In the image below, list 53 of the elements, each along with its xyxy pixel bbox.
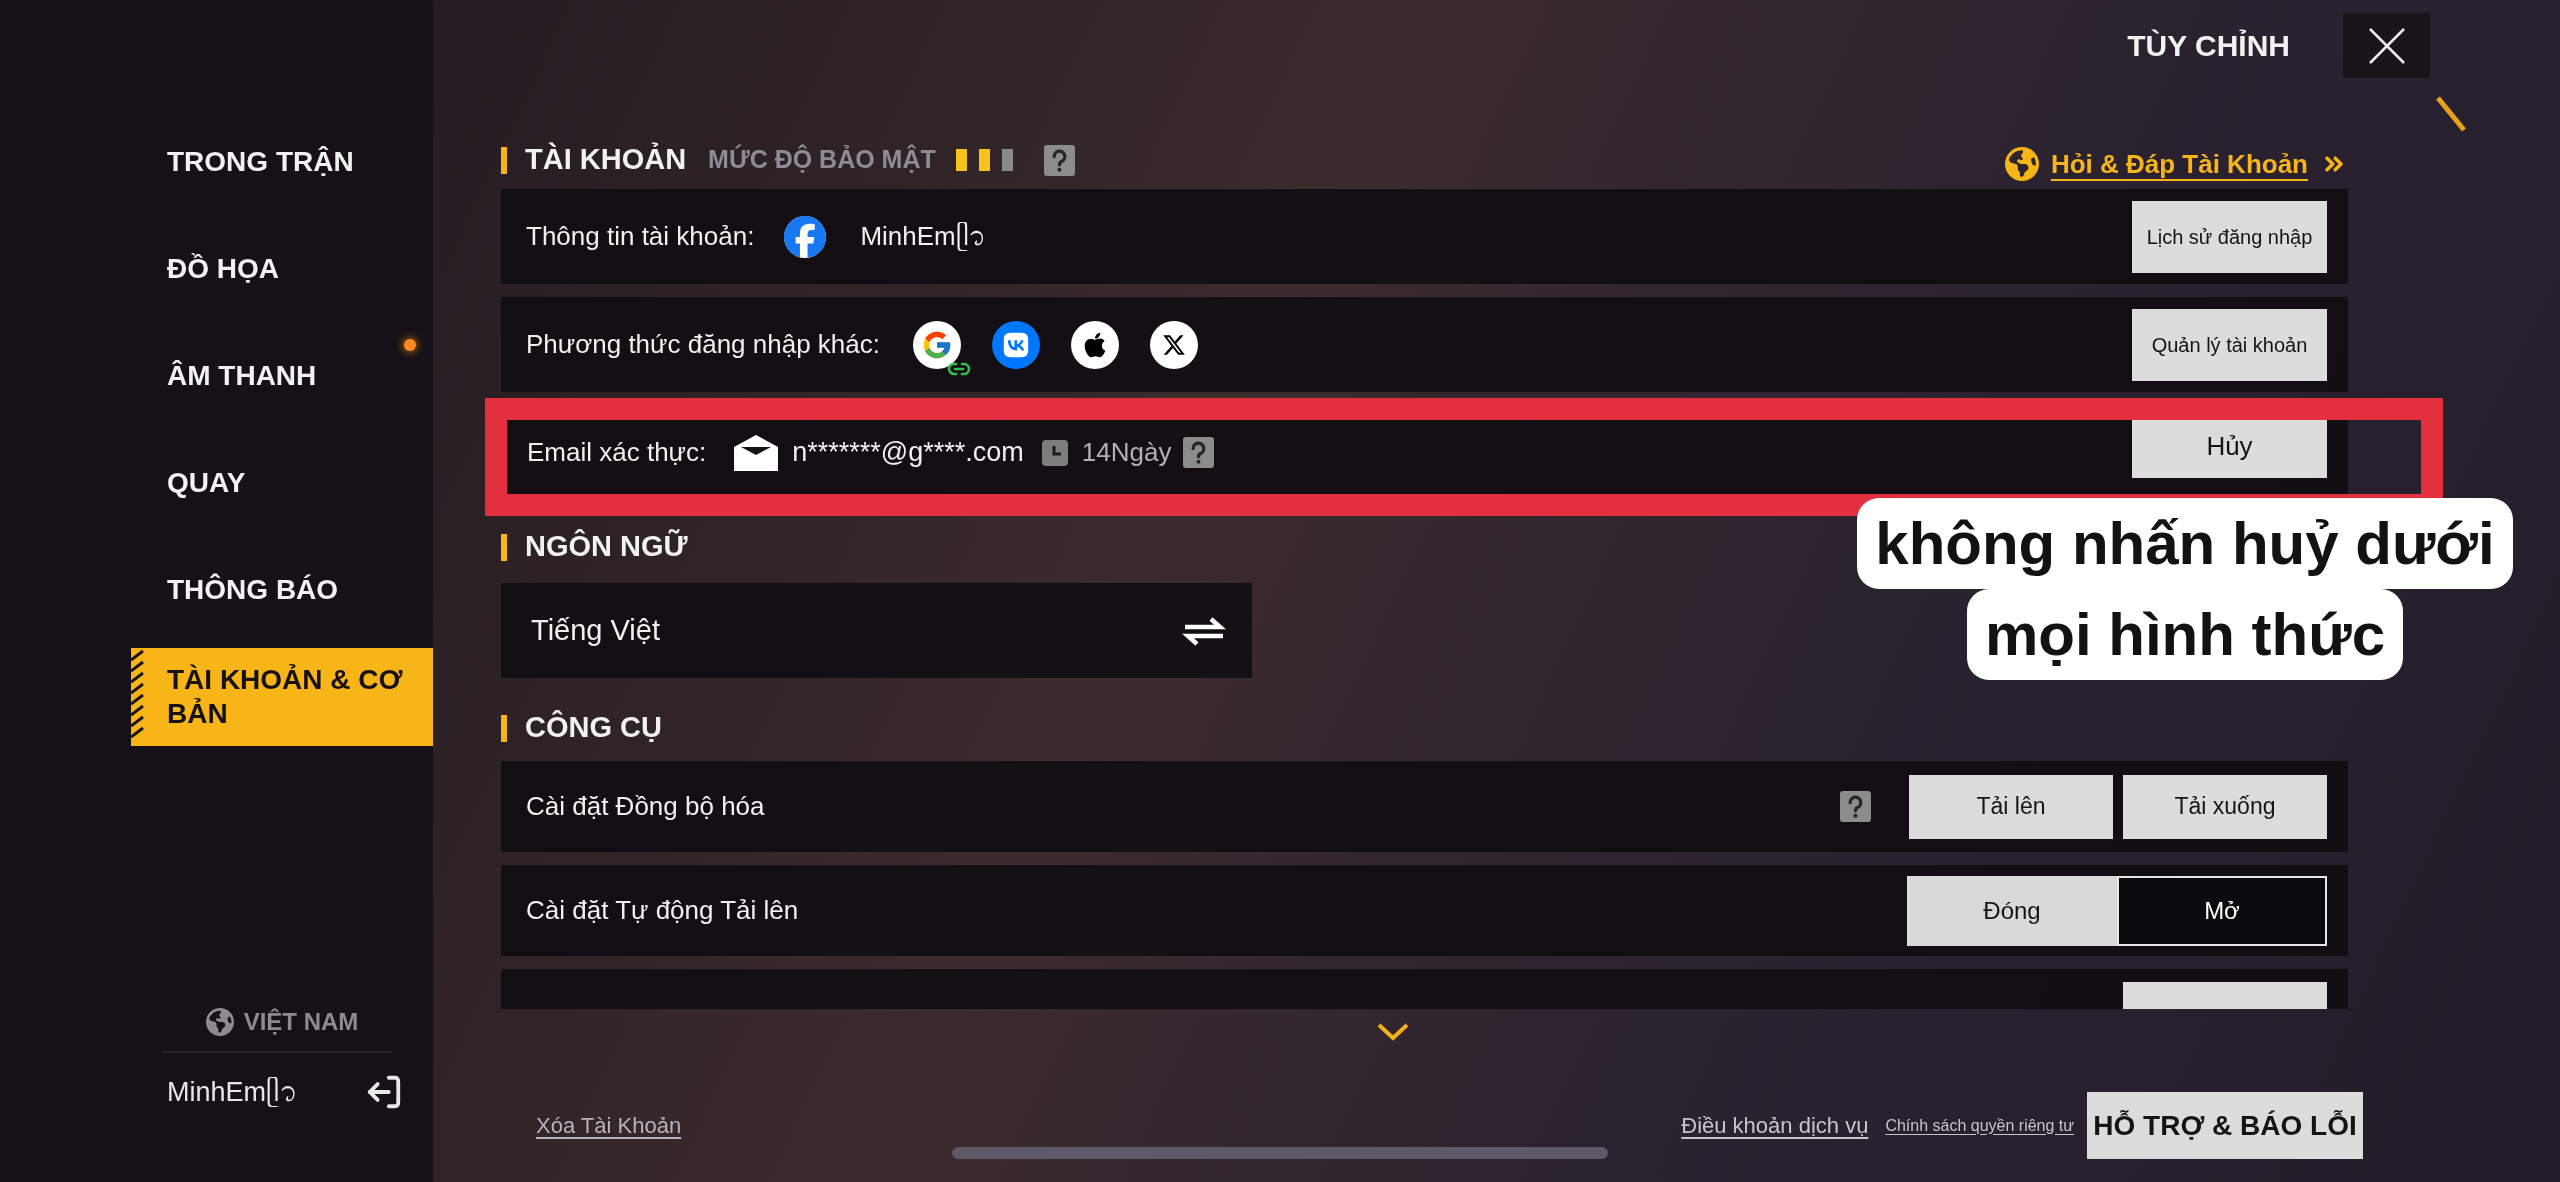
footer-link[interactable]: Chính sách quyền riêng tư [1885,1113,2074,1138]
scroll-down-chevron-icon [1376,1021,1410,1043]
sidebar-tab[interactable]: TRONG TRẬN [131,113,433,211]
manage-account-button[interactable]: Quản lý tài khoản [2132,308,2327,381]
account-name: MinhEmᥫ᭡ [860,220,986,253]
close-icon [2366,25,2407,66]
x-logo-icon[interactable] [1150,320,1198,369]
section-accent-bar [501,714,507,742]
help-icon[interactable] [1183,437,1215,468]
row-label: Thông tin tài khoản: [526,220,755,253]
row-label: Cài đặt Đồng bộ hóa [526,790,765,823]
facebook-logo-icon [784,215,827,258]
login-history-button[interactable]: Lịch sử đăng nhập [2132,200,2327,273]
help-icon[interactable] [1043,144,1075,176]
row-label: Cài đặt Tự động Tải lên [526,894,799,927]
vk-logo-icon[interactable] [992,320,1040,369]
sidebar-tab[interactable]: QUAY [131,434,433,532]
section-title: TÀI KHOẢN [525,141,687,178]
email-address: n*******@g****.com [792,436,1024,470]
language-selector[interactable]: Tiếng Việt [501,583,1252,678]
apple-logo-icon[interactable] [1071,320,1119,369]
action-button[interactable]: Tải lên [1909,774,2113,839]
envelope-icon [732,432,781,473]
globe-icon [205,1008,234,1036]
sidebar-tab[interactable]: ĐỒ HỌA [131,220,433,318]
google-logo-icon[interactable] [913,320,961,369]
sidebar-tab[interactable]: THÔNG BÁO [131,541,433,639]
sidebar-tab[interactable]: ÂM THANH [131,327,433,425]
help-icon[interactable] [1840,791,1871,822]
validity-period: 14Ngày [1081,436,1172,469]
stripe-decoration-icon [2436,96,2466,132]
support-button[interactable]: HỖ TRỢ & BÁO LỖI [2087,1092,2363,1159]
security-level-label: MỨC ĐỘ BẢO MẬT [708,143,936,176]
page-title: TÙY CHỈNH [2127,28,2290,64]
help-link[interactable]: Hỏi & Đáp Tài Khoản [2004,144,2348,184]
region-label: VIỆT NAM [243,1007,359,1037]
toggle-option[interactable]: Mở [2117,875,2327,946]
exit-icon[interactable] [365,1073,403,1111]
section-accent-bar [501,533,507,561]
globe-icon [2004,147,2039,181]
sidebar-tab[interactable]: TÀI KHOẢN & CƠ BẢN [131,648,433,746]
action-button[interactable]: Tải xuống [2123,774,2327,839]
username: MinhEmᥫ᭡ [167,1075,299,1109]
section-title: CÔNG CỤ [525,709,662,746]
row-label: Phương thức đăng nhập khác: [526,328,880,361]
delete-account-link[interactable]: Xóa Tài Khoản [536,1109,682,1142]
row-label: Email xác thực: [527,436,707,469]
clock-icon [1041,439,1068,466]
section-accent-bar [501,146,507,174]
footer-link[interactable]: Điều khoản dịch vụ [1681,1109,1869,1142]
close-button[interactable] [2343,13,2430,78]
toggle-option[interactable]: Đóng [1907,875,2117,946]
section-title: NGÔN NGỮ [525,528,688,565]
